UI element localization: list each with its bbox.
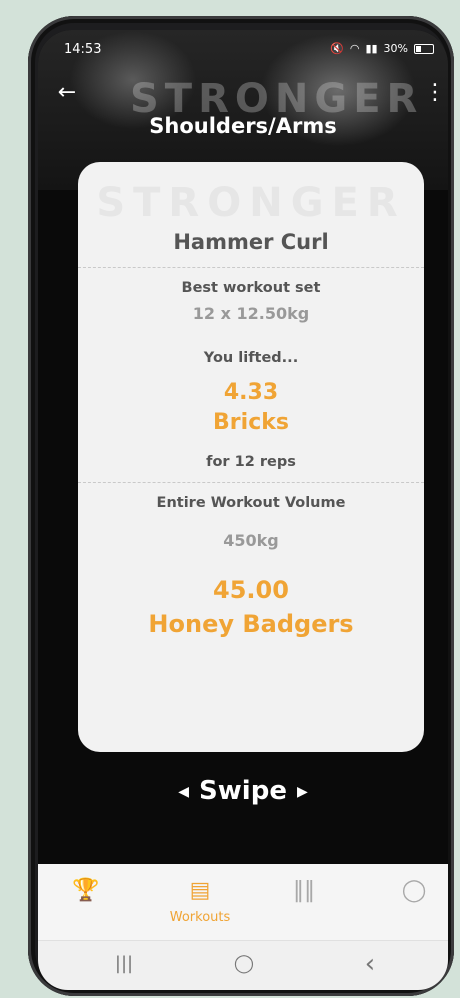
status-icons: 🔇 ◠ ▮▮ 30% [330, 42, 434, 55]
nav-item-workouts[interactable]: ▤ Workouts [160, 864, 240, 940]
swipe-control: ◀ Swipe ▶ [38, 776, 448, 806]
volume-value: 450kg [223, 531, 279, 550]
system-back-icon[interactable]: ‹ [350, 949, 390, 979]
battery-percent: 30% [383, 42, 408, 55]
signal-icon: ▮▮ [365, 42, 378, 55]
volume-label: Entire Workout Volume [156, 495, 346, 511]
best-set-label: Best workout set [181, 280, 321, 296]
exercise-name: Hammer Curl [173, 230, 329, 254]
divider [78, 482, 424, 483]
lifted-amount: 4.33 [223, 380, 279, 405]
profile-icon: ◯ [401, 878, 427, 903]
card-brand-logo: STRONGER [96, 180, 406, 226]
reps-text: for 12 reps [206, 454, 296, 470]
volume-unit: Honey Badgers [148, 610, 354, 638]
volume-amount: 45.00 [213, 576, 289, 604]
home-icon[interactable]: ◯ [224, 953, 264, 979]
lifted-unit: Bricks [213, 410, 289, 435]
dumbbell-icon: ‖‖ [293, 878, 315, 903]
swipe-label: Swipe [199, 776, 287, 806]
overflow-menu-button[interactable]: ⋮ [424, 80, 446, 106]
swipe-left-icon[interactable]: ◀ [178, 784, 189, 800]
status-bar: 14:53 🔇 ◠ ▮▮ 30% [38, 30, 448, 70]
bottom-navigation: 🏆 ▤ Workouts ‖‖ ◯ [38, 864, 448, 940]
top-bar: ← STRONGER Shoulders/Arms ⋮ [38, 74, 448, 144]
page-title: Shoulders/Arms [149, 114, 337, 138]
back-button[interactable]: ← [54, 80, 80, 106]
lifted-label: You lifted... [203, 350, 299, 366]
trophy-icon: 🏆 [72, 878, 100, 903]
recents-icon[interactable]: ||| [104, 953, 144, 979]
nav-item-workouts-label: Workouts [169, 910, 231, 925]
status-time: 14:53 [64, 42, 102, 57]
nav-item-profile[interactable]: ◯ [374, 864, 448, 940]
workout-summary-card: STRONGER Hammer Curl Best workout set 12… [78, 162, 424, 752]
wifi-icon: ◠ [349, 42, 360, 55]
nav-item-exercises[interactable]: ‖‖ [264, 864, 344, 940]
workouts-icon: ▤ [189, 878, 211, 903]
divider [78, 267, 424, 268]
battery-icon [414, 43, 434, 54]
system-navigation-bar: ||| ◯ ‹ [38, 940, 448, 990]
best-set-value: 12 x 12.50kg [192, 304, 310, 323]
nav-item-trophy[interactable]: 🏆 [46, 864, 126, 940]
swipe-right-icon[interactable]: ▶ [297, 784, 308, 800]
mute-icon: 🔇 [330, 42, 344, 55]
screen: 14:53 🔇 ◠ ▮▮ 30% ← STRONGER Shoulders/Ar… [38, 30, 448, 990]
